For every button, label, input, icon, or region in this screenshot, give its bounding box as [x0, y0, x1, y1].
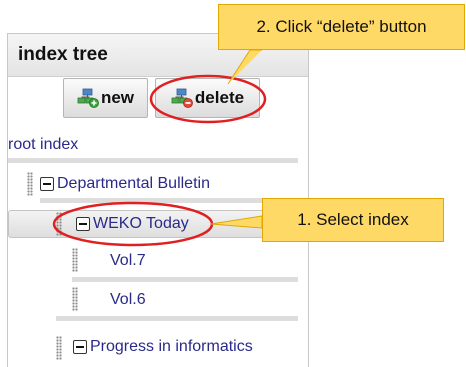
tree-node-label: Vol.6: [110, 291, 146, 308]
delete-button-label: delete: [194, 88, 245, 107]
tree-node-vol6[interactable]: Vol.6: [110, 291, 146, 309]
new-button-label: new: [100, 88, 135, 107]
new-button[interactable]: new: [63, 78, 148, 118]
tree-node-label: WEKO Today: [93, 215, 189, 232]
tree-node-weko-today[interactable]: WEKO Today: [76, 215, 189, 233]
root-index-link[interactable]: root index: [8, 136, 78, 154]
tree-node-label: Progress in informatics: [90, 338, 253, 355]
drag-handle-icon[interactable]: [56, 336, 62, 360]
divider: [72, 277, 298, 282]
drag-handle-icon[interactable]: [72, 248, 78, 272]
tree-node-departmental-bulletin[interactable]: Departmental Bulletin: [40, 175, 210, 193]
delete-index-icon: [171, 88, 193, 108]
panel-title: index tree: [18, 44, 108, 65]
tree-node-label: Departmental Bulletin: [57, 175, 210, 192]
callout-text: 2. Click “delete” button: [256, 17, 427, 36]
collapse-icon[interactable]: [76, 217, 90, 231]
tree-node-vol7[interactable]: Vol.7: [110, 252, 146, 270]
divider: [8, 158, 298, 163]
collapse-icon[interactable]: [73, 340, 87, 354]
divider: [40, 198, 298, 203]
drag-handle-icon[interactable]: [72, 287, 78, 311]
callout-select-index: 1. Select index: [262, 198, 444, 242]
tree-node-label: Vol.7: [110, 252, 146, 269]
collapse-icon[interactable]: [40, 177, 54, 191]
delete-button[interactable]: delete: [155, 78, 260, 118]
callout-text: 1. Select index: [297, 210, 409, 229]
drag-handle-icon[interactable]: [56, 212, 62, 236]
divider: [56, 316, 298, 321]
tree-node-progress-in-informatics[interactable]: Progress in informatics: [73, 338, 253, 356]
callout-click-delete: 2. Click “delete” button: [218, 4, 465, 50]
new-index-icon: [77, 88, 99, 108]
drag-handle-icon[interactable]: [27, 172, 33, 196]
